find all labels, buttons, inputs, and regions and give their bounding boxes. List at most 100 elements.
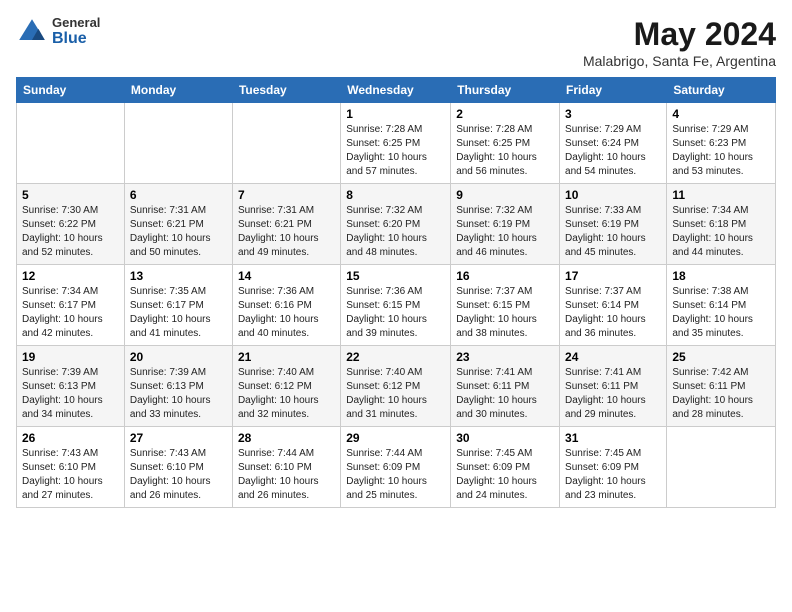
weekday-header: Sunday: [17, 78, 125, 103]
day-info: Sunrise: 7:34 AM Sunset: 6:18 PM Dayligh…: [672, 204, 770, 260]
day-info: Sunrise: 7:44 AM Sunset: 6:10 PM Dayligh…: [238, 447, 335, 503]
calendar-cell: 26 Sunrise: 7:43 AM Sunset: 6:10 PM Dayli…: [17, 427, 125, 508]
day-number: 8: [346, 188, 445, 202]
month-year: May 2024: [583, 16, 776, 53]
calendar-cell: 24 Sunrise: 7:41 AM Sunset: 6:11 PM Dayli…: [560, 346, 667, 427]
calendar-cell: 30 Sunrise: 7:45 AM Sunset: 6:09 PM Dayli…: [451, 427, 560, 508]
calendar-cell: [17, 103, 125, 184]
calendar-cell: 25 Sunrise: 7:42 AM Sunset: 6:11 PM Dayli…: [667, 346, 776, 427]
day-info: Sunrise: 7:34 AM Sunset: 6:17 PM Dayligh…: [22, 285, 119, 341]
calendar-week-row: 19 Sunrise: 7:39 AM Sunset: 6:13 PM Dayli…: [17, 346, 776, 427]
day-info: Sunrise: 7:28 AM Sunset: 6:25 PM Dayligh…: [456, 123, 554, 179]
day-info: Sunrise: 7:45 AM Sunset: 6:09 PM Dayligh…: [456, 447, 554, 503]
day-number: 31: [565, 431, 661, 445]
logo-text: General Blue: [52, 16, 100, 48]
location: Malabrigo, Santa Fe, Argentina: [583, 53, 776, 69]
calendar-cell: 1 Sunrise: 7:28 AM Sunset: 6:25 PM Daylig…: [341, 103, 451, 184]
day-number: 22: [346, 350, 445, 364]
day-info: Sunrise: 7:32 AM Sunset: 6:19 PM Dayligh…: [456, 204, 554, 260]
day-info: Sunrise: 7:36 AM Sunset: 6:15 PM Dayligh…: [346, 285, 445, 341]
logo-general: General: [52, 16, 100, 30]
day-info: Sunrise: 7:43 AM Sunset: 6:10 PM Dayligh…: [130, 447, 227, 503]
day-number: 18: [672, 269, 770, 283]
day-number: 24: [565, 350, 661, 364]
day-number: 5: [22, 188, 119, 202]
weekday-header: Saturday: [667, 78, 776, 103]
day-info: Sunrise: 7:39 AM Sunset: 6:13 PM Dayligh…: [22, 366, 119, 422]
day-number: 19: [22, 350, 119, 364]
day-info: Sunrise: 7:38 AM Sunset: 6:14 PM Dayligh…: [672, 285, 770, 341]
day-number: 2: [456, 107, 554, 121]
day-info: Sunrise: 7:31 AM Sunset: 6:21 PM Dayligh…: [130, 204, 227, 260]
calendar-cell: 29 Sunrise: 7:44 AM Sunset: 6:09 PM Dayli…: [341, 427, 451, 508]
calendar-cell: 8 Sunrise: 7:32 AM Sunset: 6:20 PM Daylig…: [341, 184, 451, 265]
calendar-week-row: 12 Sunrise: 7:34 AM Sunset: 6:17 PM Dayli…: [17, 265, 776, 346]
calendar-cell: [124, 103, 232, 184]
calendar-cell: 6 Sunrise: 7:31 AM Sunset: 6:21 PM Daylig…: [124, 184, 232, 265]
day-number: 28: [238, 431, 335, 445]
calendar-cell: [232, 103, 340, 184]
day-info: Sunrise: 7:45 AM Sunset: 6:09 PM Dayligh…: [565, 447, 661, 503]
day-info: Sunrise: 7:37 AM Sunset: 6:14 PM Dayligh…: [565, 285, 661, 341]
day-number: 20: [130, 350, 227, 364]
day-number: 27: [130, 431, 227, 445]
day-number: 30: [456, 431, 554, 445]
day-number: 21: [238, 350, 335, 364]
day-info: Sunrise: 7:31 AM Sunset: 6:21 PM Dayligh…: [238, 204, 335, 260]
calendar-cell: 9 Sunrise: 7:32 AM Sunset: 6:19 PM Daylig…: [451, 184, 560, 265]
day-info: Sunrise: 7:29 AM Sunset: 6:23 PM Dayligh…: [672, 123, 770, 179]
calendar-cell: 13Sunrise: 7:35 AM Sunset: 6:17 PM Dayli…: [124, 265, 232, 346]
day-info: Sunrise: 7:28 AM Sunset: 6:25 PM Dayligh…: [346, 123, 445, 179]
calendar-cell: 16Sunrise: 7:37 AM Sunset: 6:15 PM Dayli…: [451, 265, 560, 346]
calendar-table: SundayMondayTuesdayWednesdayThursdayFrid…: [16, 77, 776, 508]
calendar-cell: 20 Sunrise: 7:39 AM Sunset: 6:13 PM Dayli…: [124, 346, 232, 427]
day-info: Sunrise: 7:29 AM Sunset: 6:24 PM Dayligh…: [565, 123, 661, 179]
day-number: 10: [565, 188, 661, 202]
day-info: Sunrise: 7:36 AM Sunset: 6:16 PM Dayligh…: [238, 285, 335, 341]
day-number: 7: [238, 188, 335, 202]
weekday-header: Tuesday: [232, 78, 340, 103]
logo-blue: Blue: [52, 30, 100, 48]
calendar-cell: 28 Sunrise: 7:44 AM Sunset: 6:10 PM Dayli…: [232, 427, 340, 508]
day-number: 4: [672, 107, 770, 121]
calendar-cell: 12 Sunrise: 7:34 AM Sunset: 6:17 PM Dayli…: [17, 265, 125, 346]
day-number: 15: [346, 269, 445, 283]
day-info: Sunrise: 7:42 AM Sunset: 6:11 PM Dayligh…: [672, 366, 770, 422]
calendar-cell: 31 Sunrise: 7:45 AM Sunset: 6:09 PM Dayli…: [560, 427, 667, 508]
day-info: Sunrise: 7:35 AM Sunset: 6:17 PM Dayligh…: [130, 285, 227, 341]
page-header: General Blue May 2024 Malabrigo, Santa F…: [16, 16, 776, 69]
day-info: Sunrise: 7:32 AM Sunset: 6:20 PM Dayligh…: [346, 204, 445, 260]
calendar-cell: 21 Sunrise: 7:40 AM Sunset: 6:12 PM Dayli…: [232, 346, 340, 427]
calendar-cell: 18 Sunrise: 7:38 AM Sunset: 6:14 PM Dayli…: [667, 265, 776, 346]
calendar-header-row: SundayMondayTuesdayWednesdayThursdayFrid…: [17, 78, 776, 103]
day-number: 9: [456, 188, 554, 202]
day-number: 11: [672, 188, 770, 202]
day-info: Sunrise: 7:41 AM Sunset: 6:11 PM Dayligh…: [565, 366, 661, 422]
day-number: 1: [346, 107, 445, 121]
calendar-cell: 2 Sunrise: 7:28 AM Sunset: 6:25 PM Daylig…: [451, 103, 560, 184]
day-number: 6: [130, 188, 227, 202]
day-info: Sunrise: 7:39 AM Sunset: 6:13 PM Dayligh…: [130, 366, 227, 422]
logo: General Blue: [16, 16, 100, 48]
day-number: 25: [672, 350, 770, 364]
weekday-header: Monday: [124, 78, 232, 103]
day-number: 14: [238, 269, 335, 283]
calendar-cell: 10Sunrise: 7:33 AM Sunset: 6:19 PM Dayli…: [560, 184, 667, 265]
day-info: Sunrise: 7:44 AM Sunset: 6:09 PM Dayligh…: [346, 447, 445, 503]
day-info: Sunrise: 7:40 AM Sunset: 6:12 PM Dayligh…: [238, 366, 335, 422]
logo-icon: [16, 16, 48, 48]
day-info: Sunrise: 7:43 AM Sunset: 6:10 PM Dayligh…: [22, 447, 119, 503]
calendar-week-row: 1 Sunrise: 7:28 AM Sunset: 6:25 PM Daylig…: [17, 103, 776, 184]
calendar-cell: 15 Sunrise: 7:36 AM Sunset: 6:15 PM Dayli…: [341, 265, 451, 346]
day-number: 16: [456, 269, 554, 283]
calendar-cell: 17Sunrise: 7:37 AM Sunset: 6:14 PM Dayli…: [560, 265, 667, 346]
calendar-cell: 7 Sunrise: 7:31 AM Sunset: 6:21 PM Daylig…: [232, 184, 340, 265]
weekday-header: Wednesday: [341, 78, 451, 103]
day-number: 29: [346, 431, 445, 445]
day-number: 26: [22, 431, 119, 445]
day-number: 12: [22, 269, 119, 283]
calendar-week-row: 26 Sunrise: 7:43 AM Sunset: 6:10 PM Dayli…: [17, 427, 776, 508]
weekday-header: Thursday: [451, 78, 560, 103]
calendar-cell: 3Sunrise: 7:29 AM Sunset: 6:24 PM Daylig…: [560, 103, 667, 184]
calendar-cell: 19 Sunrise: 7:39 AM Sunset: 6:13 PM Dayli…: [17, 346, 125, 427]
